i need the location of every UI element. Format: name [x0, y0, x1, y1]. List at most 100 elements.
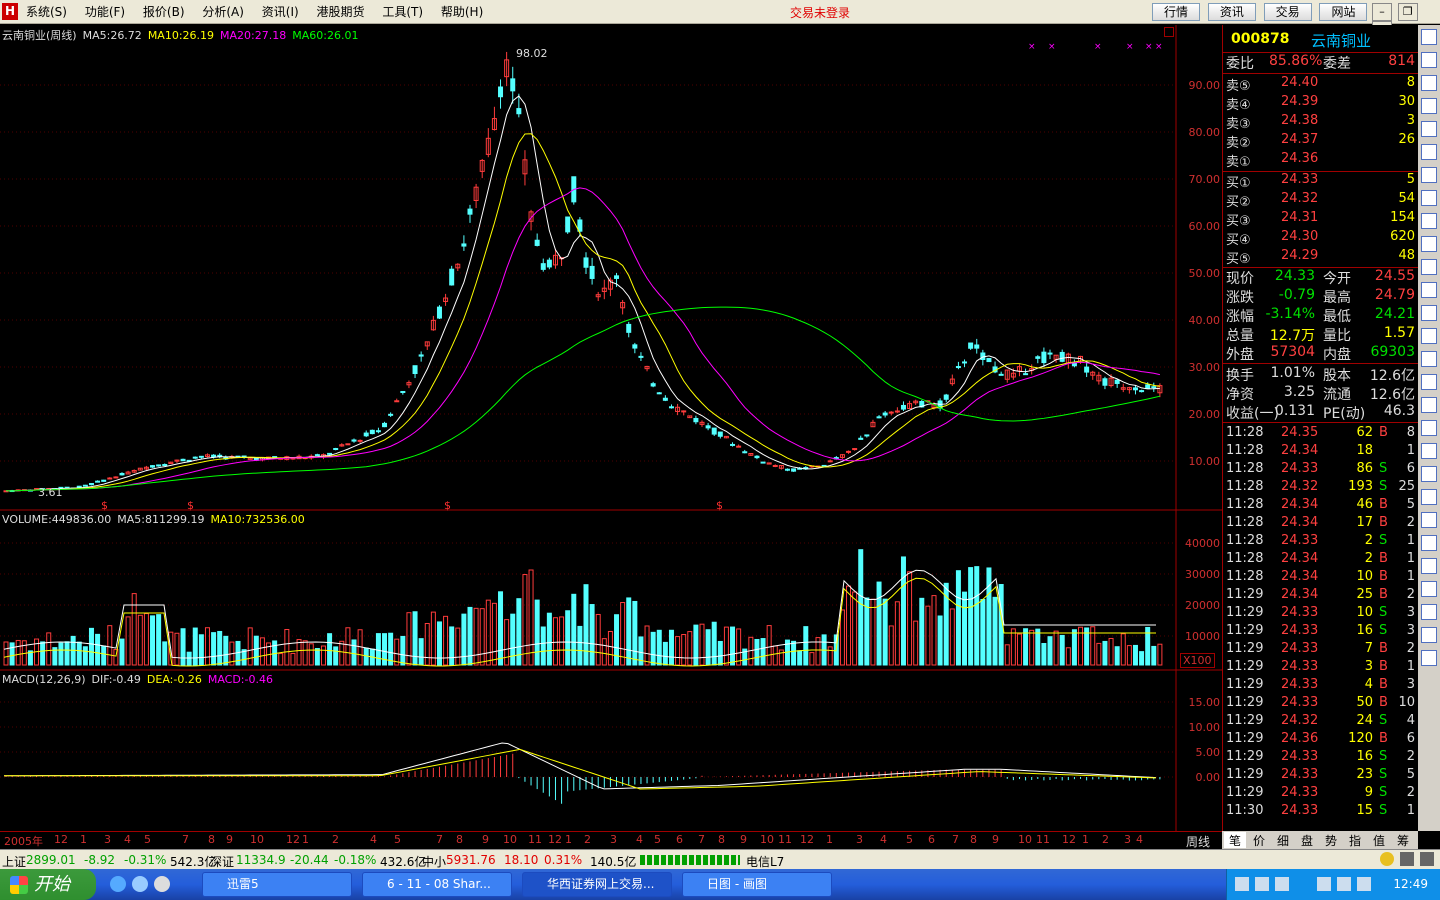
tick-row[interactable]: 11:28 24.34 46 B 5	[1223, 497, 1419, 515]
tool-icon[interactable]	[1421, 52, 1437, 68]
chart-corner-icon[interactable]	[1164, 27, 1174, 37]
ask-row[interactable]: 卖③ 24.38 3	[1223, 113, 1419, 132]
minimize-icon[interactable]: –	[1372, 3, 1392, 21]
menu-system[interactable]: 系统(S)	[26, 4, 67, 20]
tool-icon[interactable]	[1421, 512, 1437, 528]
menu-quote[interactable]: 报价(B)	[143, 4, 185, 20]
ie-icon[interactable]	[110, 876, 126, 892]
tool-icon[interactable]	[1421, 535, 1437, 551]
menu-analysis[interactable]: 分析(A)	[202, 4, 244, 20]
tick-row[interactable]: 11:30 24.33 15 S 1	[1223, 803, 1419, 821]
bid-row[interactable]: 买③ 24.31 154	[1223, 210, 1419, 229]
tick-row[interactable]: 11:28 24.32 193 S 25	[1223, 479, 1419, 497]
tick-row[interactable]: 11:28 24.33 86 S 6	[1223, 461, 1419, 479]
help-icon[interactable]	[1380, 852, 1394, 866]
tick-row[interactable]: 11:29 24.36 120 B 6	[1223, 731, 1419, 749]
restore-icon[interactable]: ❐	[1397, 3, 1418, 21]
period-label[interactable]: 周线	[1186, 833, 1210, 850]
tick-row[interactable]: 11:29 24.32 24 S 4	[1223, 713, 1419, 731]
tool-icon[interactable]	[1421, 282, 1437, 298]
tool-icon[interactable]	[1421, 420, 1437, 436]
menu-help[interactable]: 帮助(H)	[441, 4, 483, 20]
trade-button[interactable]: 交易	[1263, 3, 1312, 21]
tray-icon-3[interactable]	[1275, 877, 1289, 891]
bid-row[interactable]: 买⑤ 24.29 48	[1223, 248, 1419, 267]
tick-row[interactable]: 11:29 24.33 16 S 3	[1223, 623, 1419, 641]
menu-hk-futures[interactable]: 港股期货	[317, 4, 365, 20]
tick-row[interactable]: 11:29 24.33 3 B 1	[1223, 659, 1419, 677]
task-trading[interactable]: 华西证券网上交易...	[522, 872, 672, 897]
tick-row[interactable]: 11:29 24.33 50 B 10	[1223, 695, 1419, 713]
tool-icon[interactable]	[1421, 627, 1437, 643]
tray-icon-2[interactable]	[1255, 877, 1269, 891]
tick-row[interactable]: 11:29 24.34 25 B 2	[1223, 587, 1419, 605]
tool-icon[interactable]	[1421, 259, 1437, 275]
tick-row[interactable]: 11:29 24.33 4 B 3	[1223, 677, 1419, 695]
tool-icon[interactable]	[1421, 305, 1437, 321]
menu-function[interactable]: 功能(F)	[85, 4, 125, 20]
ask-row[interactable]: 卖① 24.36	[1223, 151, 1419, 170]
tick-row[interactable]: 11:29 24.33 16 S 2	[1223, 749, 1419, 767]
tool-icon[interactable]	[1421, 121, 1437, 137]
ask-row[interactable]: 卖② 24.37 26	[1223, 132, 1419, 151]
tool-icon[interactable]	[1421, 190, 1437, 206]
quicklaunch-icon[interactable]	[132, 876, 148, 892]
bid-row[interactable]: 买④ 24.30 620	[1223, 229, 1419, 248]
tick-row[interactable]: 11:29 24.33 10 S 3	[1223, 605, 1419, 623]
volume-icon[interactable]	[1337, 877, 1351, 891]
quote-button[interactable]: 行情	[1152, 3, 1200, 21]
bid-row[interactable]: 买② 24.32 54	[1223, 191, 1419, 210]
tool-icon[interactable]	[1421, 351, 1437, 367]
tick-row[interactable]: 11:29 24.33 9 S 2	[1223, 785, 1419, 803]
price-chart[interactable]: 90.00 80.00 70.00 60.00 50.00 40.00 30.00 20.00…	[0, 25, 1222, 831]
tool-icon[interactable]	[1421, 604, 1437, 620]
ask-row[interactable]: 卖⑤ 24.40 8	[1223, 75, 1419, 94]
tool-icon[interactable]	[1421, 466, 1437, 482]
tick-row[interactable]: 11:28 24.35 62 B 8	[1223, 425, 1419, 443]
tool-icon[interactable]	[1421, 75, 1437, 91]
tool-icon[interactable]	[1421, 167, 1437, 183]
chart-area[interactable]: 云南铜业(周线) MA5:26.72 MA10:26.19 MA20:27.18 MA6…	[0, 25, 1222, 831]
tray-icon-5[interactable]	[1357, 877, 1371, 891]
menu-info[interactable]: 资讯(I)	[262, 4, 299, 20]
tick-row[interactable]: 11:29 24.33 23 S 5	[1223, 767, 1419, 785]
task-browser[interactable]: 6 - 11 - 08 Shar...	[362, 872, 512, 897]
task-thunder[interactable]: 迅雷5	[202, 872, 352, 897]
tick-row[interactable]: 11:28 24.34 10 B 1	[1223, 569, 1419, 587]
tool-icon[interactable]	[1421, 374, 1437, 390]
quote-tab[interactable]: 价	[1248, 832, 1270, 848]
tool-icon[interactable]	[1421, 328, 1437, 344]
tool-icon[interactable]	[1421, 489, 1437, 505]
info-button[interactable]: 资讯	[1207, 3, 1256, 21]
bid-row[interactable]: 买① 24.33 5	[1223, 172, 1419, 191]
tool-icon[interactable]	[1421, 581, 1437, 597]
website-button[interactable]: 网站	[1319, 3, 1368, 21]
quote-tab[interactable]: 势	[1320, 832, 1342, 848]
tool-icon[interactable]	[1421, 397, 1437, 413]
quote-tab[interactable]: 指	[1344, 832, 1366, 848]
tick-row[interactable]: 11:28 24.34 17 B 2	[1223, 515, 1419, 533]
tick-row[interactable]: 11:28 24.34 18 1	[1223, 443, 1419, 461]
ask-row[interactable]: 卖④ 24.39 30	[1223, 94, 1419, 113]
tick-row[interactable]: 11:28 24.34 2 B 1	[1223, 551, 1419, 569]
tool-icon[interactable]	[1421, 98, 1437, 114]
quote-tab[interactable]: 笔	[1224, 832, 1246, 848]
media-icon[interactable]	[154, 876, 170, 892]
tool-icon[interactable]	[1421, 558, 1437, 574]
tray-icon-1[interactable]	[1235, 877, 1249, 891]
tool-icon[interactable]	[1421, 29, 1437, 45]
tray-icon-4[interactable]	[1317, 877, 1331, 891]
tick-row[interactable]: 11:29 24.33 7 B 2	[1223, 641, 1419, 659]
tool-icon[interactable]	[1421, 443, 1437, 459]
quote-tab[interactable]: 筹	[1392, 832, 1414, 848]
settings-icon[interactable]	[1420, 852, 1434, 866]
menu-tools[interactable]: 工具(T)	[382, 4, 423, 20]
quote-tab[interactable]: 细	[1272, 832, 1294, 848]
tool-icon[interactable]	[1421, 144, 1437, 160]
tool-icon[interactable]	[1421, 213, 1437, 229]
task-paint[interactable]: 日图 - 画图	[682, 872, 832, 897]
tick-row[interactable]: 11:28 24.33 2 S 1	[1223, 533, 1419, 551]
quote-tab[interactable]: 盘	[1296, 832, 1318, 848]
quote-tab[interactable]: 值	[1368, 832, 1390, 848]
tool-icon[interactable]	[1421, 650, 1437, 666]
